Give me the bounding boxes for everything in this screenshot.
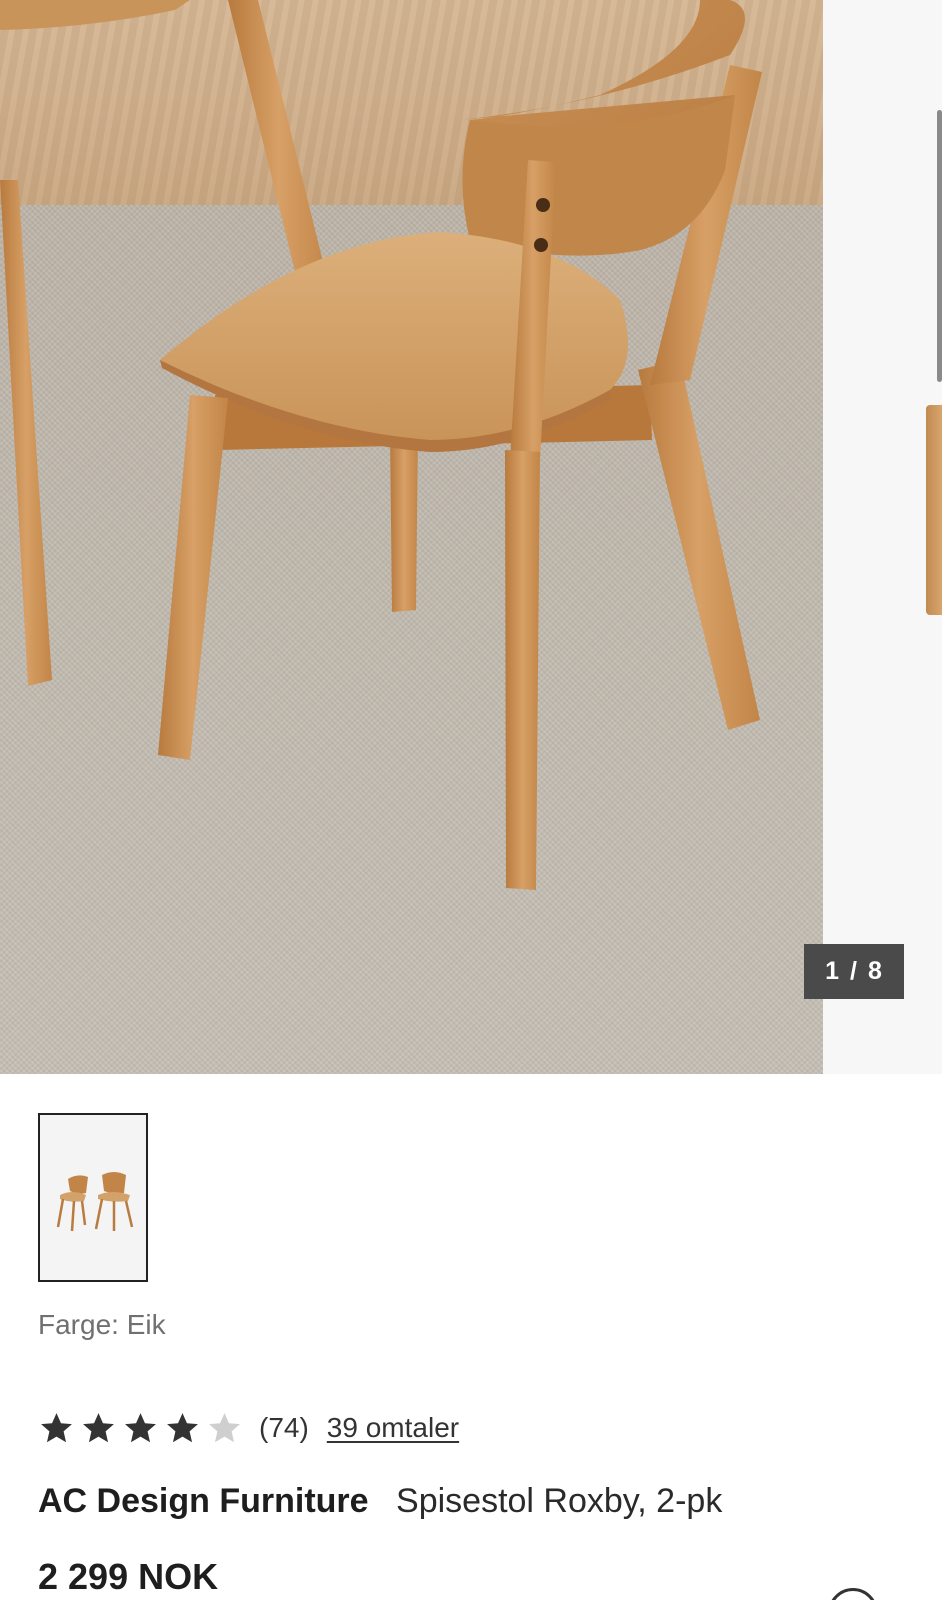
star-icon <box>125 1412 156 1442</box>
color-label: Farge: Eik <box>38 1309 166 1340</box>
product-image-gallery[interactable]: 1 / 8 <box>0 0 942 1074</box>
star-icon <box>41 1412 72 1442</box>
reviews-link[interactable]: 39 omtaler <box>327 1412 459 1444</box>
chair-pair-thumbnail <box>56 1172 134 1232</box>
next-image-peek[interactable] <box>823 0 942 1074</box>
product-title: AC Design Furniture Spisestol Roxby, 2-p… <box>38 1482 722 1521</box>
star-empty-icon <box>209 1412 240 1442</box>
rating-stars <box>38 1410 243 1447</box>
counter-separator: / <box>850 957 858 985</box>
product-name: Spisestol Roxby, 2-pk <box>396 1482 723 1520</box>
chair-illustration <box>0 0 762 890</box>
product-page: 1 / 8 Farge: Eik (74) 39 omtaler AC Desi… <box>0 0 942 1600</box>
counter-total: 8 <box>867 957 883 985</box>
brand-name[interactable]: AC Design Furniture <box>38 1482 369 1520</box>
floating-action-icon[interactable] <box>828 1588 878 1600</box>
rating-count: (74) <box>259 1412 309 1443</box>
counter-current: 1 <box>825 957 841 985</box>
product-main-image[interactable] <box>0 0 823 1074</box>
rating-row: (74) 39 omtaler <box>38 1408 459 1448</box>
next-image-chair-leg <box>926 405 942 615</box>
star-icon <box>83 1412 114 1442</box>
image-counter: 1 / 8 <box>804 944 904 999</box>
color-swatch-thumbnail[interactable] <box>38 1113 148 1282</box>
product-price: 2 299 NOK <box>38 1556 219 1597</box>
scroll-indicator[interactable] <box>937 110 942 382</box>
star-icon <box>167 1412 198 1442</box>
